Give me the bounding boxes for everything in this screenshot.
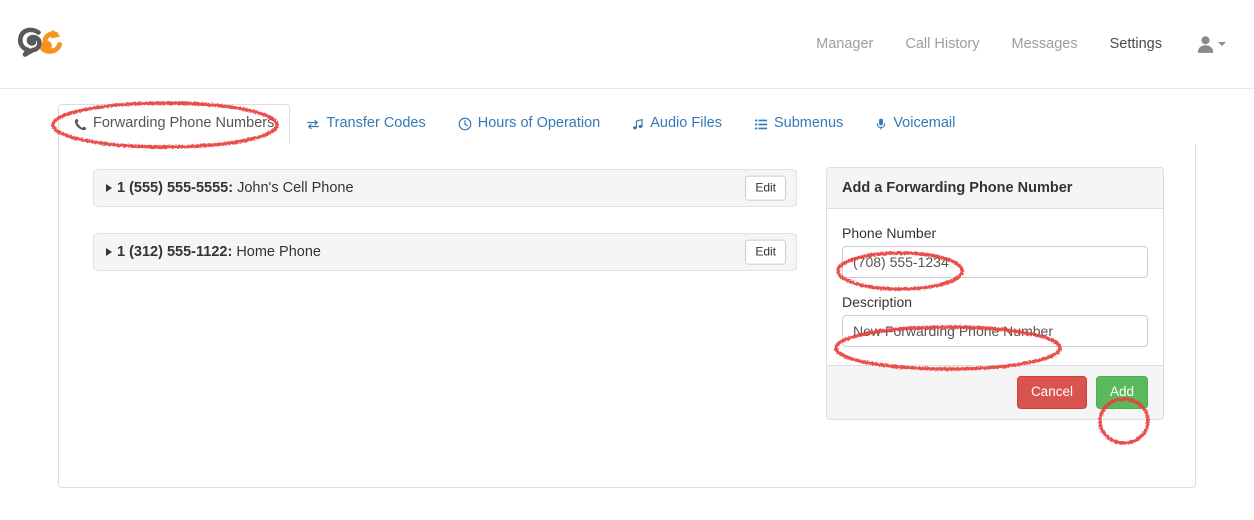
caret-down-icon: [1218, 42, 1226, 46]
nav-link-messages[interactable]: Messages: [996, 0, 1094, 88]
nav-link-call-history[interactable]: Call History: [889, 0, 995, 88]
tab-label: Audio Files: [650, 115, 722, 132]
tab-label: Hours of Operation: [477, 115, 601, 132]
list-icon: [754, 118, 768, 131]
phone-number-input[interactable]: [842, 246, 1148, 278]
nav-link-manager[interactable]: Manager: [800, 0, 889, 88]
tab-label: Submenus: [773, 115, 844, 132]
edit-button[interactable]: Edit: [745, 239, 786, 265]
phone-icon: [74, 118, 87, 131]
tab-audio-files[interactable]: Audio Files: [616, 104, 738, 145]
forwarding-number-list: 1 (555) 555-5555: John's Cell Phone Edit…: [93, 169, 797, 297]
tab-forwarding-phone-numbers[interactable]: Forwarding Phone Numbers: [58, 104, 291, 145]
nav-link-settings[interactable]: Settings: [1094, 0, 1178, 88]
microphone-icon: [875, 117, 887, 131]
forwarding-number-value: 1 (555) 555-5555:: [117, 180, 234, 196]
forwarding-number-description: Home Phone: [236, 244, 321, 260]
list-item[interactable]: 1 (555) 555-5555: John's Cell Phone Edit: [93, 169, 797, 207]
description-input[interactable]: [842, 315, 1148, 347]
settings-content-card: 1 (555) 555-5555: John's Cell Phone Edit…: [58, 144, 1196, 488]
forwarding-number-text: 1 (555) 555-5555: John's Cell Phone: [117, 180, 354, 196]
user-icon: [1196, 35, 1215, 54]
tab-voicemail[interactable]: Voicemail: [859, 104, 971, 145]
clock-icon: [458, 117, 472, 131]
description-label: Description: [842, 294, 913, 310]
phone-number-label: Phone Number: [842, 225, 937, 241]
forwarding-number-description: John's Cell Phone: [237, 180, 354, 196]
tab-label: Voicemail: [893, 115, 956, 132]
cancel-button[interactable]: Cancel: [1016, 376, 1087, 409]
settings-tab-strip: Forwarding Phone Numbers Transfer Codes …: [58, 104, 1196, 145]
music-note-icon: [632, 118, 644, 131]
panel-body: Phone Number Description: [827, 209, 1163, 365]
cs-cycle-logo-icon[interactable]: [18, 26, 66, 60]
tab-submenus[interactable]: Submenus: [738, 104, 859, 145]
tab-label: Transfer Codes: [326, 115, 426, 132]
transfer-icon: [306, 118, 320, 131]
add-button[interactable]: Add: [1095, 376, 1148, 409]
edit-button[interactable]: Edit: [745, 175, 786, 201]
tab-label: Forwarding Phone Numbers: [93, 115, 275, 132]
tab-transfer-codes[interactable]: Transfer Codes: [290, 104, 441, 145]
forwarding-number-text: 1 (312) 555-1122: Home Phone: [117, 244, 321, 260]
phone-number-field-group: Phone Number: [842, 225, 1148, 278]
tab-hours-of-operation[interactable]: Hours of Operation: [442, 104, 617, 145]
add-forwarding-number-panel: Add a Forwarding Phone Number Phone Numb…: [826, 167, 1164, 420]
list-item[interactable]: 1 (312) 555-1122: Home Phone Edit: [93, 233, 797, 271]
description-field-group: Description: [842, 294, 1148, 347]
forwarding-number-value: 1 (312) 555-1122:: [117, 244, 233, 260]
chevron-right-icon: [106, 248, 112, 256]
panel-footer: Cancel Add: [827, 365, 1163, 419]
top-navigation: Manager Call History Messages Settings: [800, 0, 1232, 88]
panel-title: Add a Forwarding Phone Number: [827, 168, 1163, 209]
user-menu-button[interactable]: [1178, 35, 1232, 54]
chevron-right-icon: [106, 184, 112, 192]
site-header: Manager Call History Messages Settings: [0, 0, 1254, 89]
